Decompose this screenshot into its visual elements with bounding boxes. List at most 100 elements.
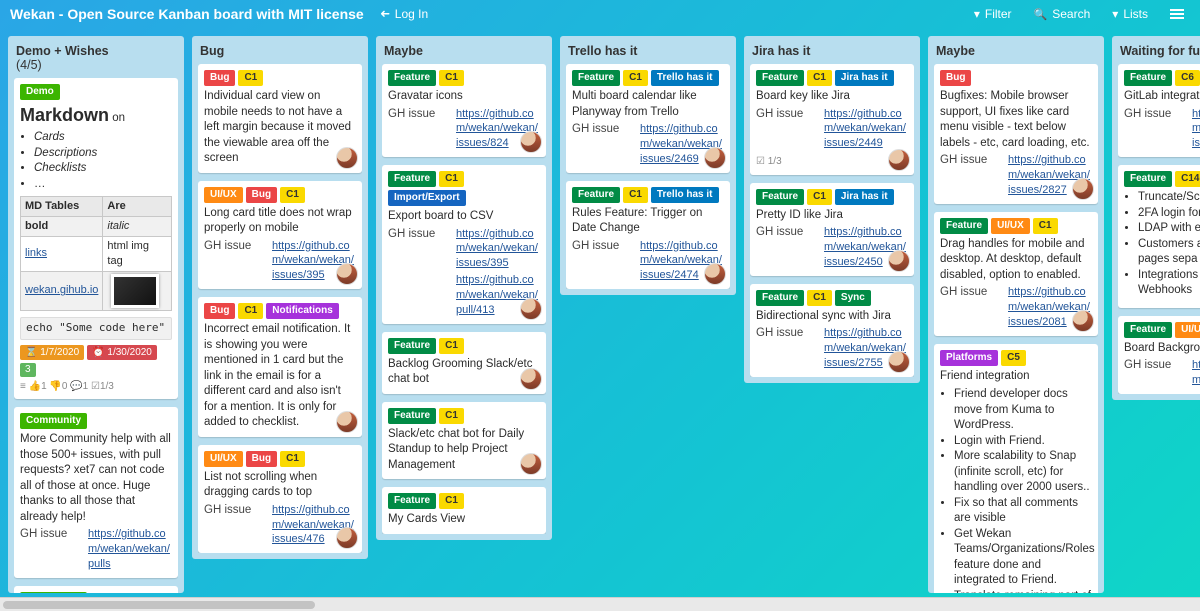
card-label[interactable]: Feature <box>388 408 436 424</box>
card-label[interactable]: Demo <box>20 84 60 100</box>
member-avatar[interactable] <box>888 250 910 272</box>
card[interactable]: FeatureC1Slack/etc chat bot for Daily St… <box>382 402 546 480</box>
card[interactable]: FeatureC1Jira has itPretty ID like JiraG… <box>750 183 914 276</box>
card-label[interactable]: Feature <box>1124 322 1172 338</box>
card[interactable]: FeatureC14+SaTruncate/Scroll b2FA login … <box>1118 165 1200 308</box>
card[interactable]: FeatureC1Trello has itRules Feature: Tri… <box>566 181 730 290</box>
search-button[interactable]: Search <box>1028 5 1097 23</box>
card-label[interactable]: Feature <box>756 70 804 86</box>
card[interactable]: FeatureC1My Cards View <box>382 487 546 534</box>
card[interactable]: FeatureC1Import/ExportExport board to CS… <box>382 165 546 324</box>
member-avatar[interactable] <box>888 351 910 373</box>
filter-button[interactable]: Filter <box>968 5 1018 23</box>
gh-issue-link[interactable]: https://github.com/wekan/wekan/pulls <box>88 527 172 572</box>
card[interactable]: BugBugfixes: Mobile browser support, UI … <box>934 64 1098 204</box>
card[interactable]: FeatureC1SyncBidirectional sync with Jir… <box>750 284 914 377</box>
card-label[interactable]: Bug <box>246 451 277 467</box>
card-label[interactable]: Bug <box>204 70 235 86</box>
card-label[interactable]: Feature <box>388 338 436 354</box>
card-label[interactable]: Community <box>20 592 87 593</box>
board-menu-button[interactable] <box>1164 7 1190 21</box>
card[interactable]: FeatureC1Gravatar iconsGH issuehttps://g… <box>382 64 546 157</box>
card-label[interactable]: C1 <box>439 493 464 509</box>
member-avatar[interactable] <box>520 368 542 390</box>
gh-issue-link[interactable]: https://github.com/wekan/wekan/issues/39… <box>456 227 540 272</box>
card[interactable]: PlatformsC5Friend integrationFriend deve… <box>934 344 1098 593</box>
card-label[interactable]: Bug <box>246 187 277 203</box>
member-avatar[interactable] <box>1072 178 1094 200</box>
list-title[interactable]: Maybe <box>934 42 1098 64</box>
gh-issue-link[interactable]: https://github.com/wekan/wekan/issues/24… <box>824 107 908 152</box>
member-avatar[interactable] <box>336 263 358 285</box>
card-label[interactable]: C1 <box>439 408 464 424</box>
card-label[interactable]: Bug <box>940 70 971 86</box>
card-label[interactable]: C6 <box>1175 70 1200 86</box>
lists-menu[interactable]: Lists <box>1106 5 1154 23</box>
card[interactable]: UI/UXBugC1Long card title does not wrap … <box>198 181 362 290</box>
card-label[interactable]: C1 <box>280 451 305 467</box>
card[interactable]: BugC1Individual card view on mobile need… <box>198 64 362 173</box>
gh-issue-link[interactable]: https://github.com/wekan/wekan/issues <box>1192 107 1200 152</box>
member-avatar[interactable] <box>336 147 358 169</box>
card-label[interactable]: Feature <box>572 187 620 203</box>
list-title[interactable]: Jira has it <box>750 42 914 64</box>
card-label[interactable]: Feature <box>572 70 620 86</box>
card-label[interactable]: Feature <box>940 218 988 234</box>
card[interactable]: FeatureUI/UXC1Drag handles for mobile an… <box>934 212 1098 336</box>
card-label[interactable]: Jira has it <box>835 70 894 86</box>
member-avatar[interactable] <box>704 147 726 169</box>
member-avatar[interactable] <box>520 131 542 153</box>
card-label[interactable]: C14+Sa <box>1175 171 1200 187</box>
list-title[interactable]: Trello has it <box>566 42 730 64</box>
card-label[interactable]: UI/UX <box>204 451 243 467</box>
card-label[interactable]: C1 <box>623 70 648 86</box>
card-label[interactable]: C5 <box>1001 350 1026 366</box>
card-label[interactable]: Notifications <box>266 303 339 319</box>
member-avatar[interactable] <box>336 411 358 433</box>
card-label[interactable]: Trello has it <box>651 70 719 86</box>
card-label[interactable]: Feature <box>388 493 436 509</box>
card-label[interactable]: Jira has it <box>835 189 894 205</box>
card-label[interactable]: Platforms <box>940 350 998 366</box>
card-label[interactable]: Feature <box>1124 171 1172 187</box>
list-title[interactable]: Bug <box>198 42 362 64</box>
card-label[interactable]: Feature <box>388 70 436 86</box>
card[interactable]: FeatureC1Trello has itMulti board calend… <box>566 64 730 173</box>
card[interactable]: DemoMarkdown onCardsDescriptionsChecklis… <box>14 78 178 399</box>
gh-issue-link[interactable]: https://github.com/wekan <box>1192 358 1200 388</box>
card-label[interactable]: Import/Export <box>388 190 466 206</box>
card[interactable]: UI/UXBugC1List not scrolling when draggi… <box>198 445 362 554</box>
card-label[interactable]: Feature <box>1124 70 1172 86</box>
due-date-badge[interactable]: ⏰ 1/30/2020 <box>87 345 157 361</box>
card[interactable]: CommunityCommunity help with Documentati… <box>14 586 178 593</box>
member-count-badge[interactable]: 3 <box>20 363 36 377</box>
card-label[interactable]: C1 <box>807 70 832 86</box>
member-avatar[interactable] <box>888 149 910 171</box>
member-avatar[interactable] <box>704 263 726 285</box>
card-label[interactable]: Trello has it <box>651 187 719 203</box>
scrollbar-thumb[interactable] <box>3 601 315 609</box>
start-date-badge[interactable]: ⌛ 1/7/2020 <box>20 345 84 361</box>
member-avatar[interactable] <box>520 298 542 320</box>
card[interactable]: CommunityMore Community help with all th… <box>14 407 178 578</box>
card[interactable]: BugC1NotificationsIncorrect email notifi… <box>198 297 362 437</box>
board-canvas[interactable]: Demo + Wishes(4/5)DemoMarkdown onCardsDe… <box>0 28 1200 597</box>
card-label[interactable]: C1 <box>280 187 305 203</box>
member-avatar[interactable] <box>1072 310 1094 332</box>
list-title[interactable]: Waiting for funding <box>1118 42 1200 64</box>
card[interactable]: FeatureC1Backlog Grooming Slack/etc chat… <box>382 332 546 394</box>
card-label[interactable]: C1 <box>439 70 464 86</box>
card-label[interactable]: C1 <box>439 171 464 187</box>
card[interactable]: FeatureC1Jira has itBoard key like JiraG… <box>750 64 914 175</box>
card-label[interactable]: Bug <box>204 303 235 319</box>
card-label[interactable]: C1 <box>807 290 832 306</box>
card-label[interactable]: C1 <box>807 189 832 205</box>
list-title[interactable]: Demo + Wishes(4/5) <box>14 42 178 78</box>
card-label[interactable]: C1 <box>439 338 464 354</box>
card-label[interactable]: UI/UX <box>204 187 243 203</box>
card-label[interactable]: UI/UX <box>991 218 1030 234</box>
card-label[interactable]: C1 <box>238 70 263 86</box>
board-title[interactable]: Wekan - Open Source Kanban board with MI… <box>10 6 364 22</box>
horizontal-scrollbar[interactable] <box>0 597 1200 611</box>
card-label[interactable]: Feature <box>756 189 804 205</box>
